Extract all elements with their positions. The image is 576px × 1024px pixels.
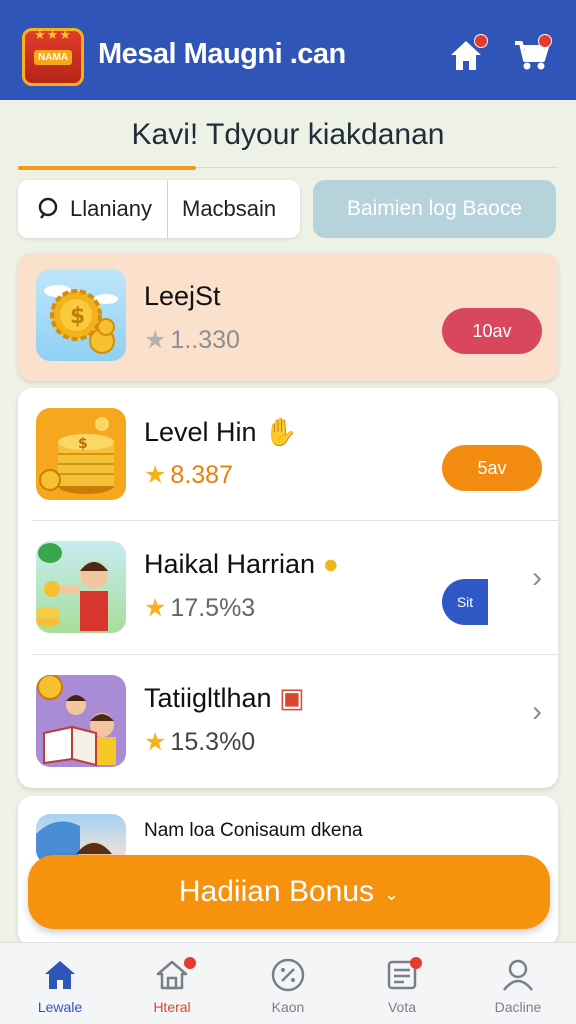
- heading-divider: [196, 167, 558, 168]
- nav-item-shop[interactable]: Hteral: [122, 955, 222, 1015]
- star-icon: ★: [144, 594, 167, 622]
- bonus-button[interactable]: Hadiian Bonus ⌄: [28, 855, 550, 929]
- item-rating-value: 8.387: [170, 460, 233, 489]
- person-coins-thumbnail: [36, 541, 126, 633]
- nav-label: Lewale: [37, 999, 83, 1015]
- item-action-button[interactable]: 5av: [442, 445, 542, 491]
- filter-segment-1[interactable]: Llaniany: [18, 180, 168, 238]
- list-item[interactable]: Tatiigltlhan ▣ ★ 15.3%0 ›: [18, 655, 558, 788]
- chevron-down-icon: ⌄: [384, 883, 400, 904]
- coin-gear-thumbnail: $: [36, 269, 126, 361]
- item-rating-value: 15.3%0: [170, 727, 256, 756]
- logo-stars: ★★★: [34, 27, 72, 42]
- secondary-filter-button[interactable]: Baimien log Baoce: [313, 180, 556, 238]
- app-logo[interactable]: ★★★ NAMA: [22, 27, 84, 86]
- item-title-text: Tatiigltlhan: [144, 683, 272, 713]
- hand-icon: ✋: [264, 417, 298, 447]
- page-title: Kavi! Tdyour kiakdanan: [131, 118, 445, 151]
- cart-button[interactable]: [512, 34, 552, 74]
- item-rating: ★ 15.3%0: [144, 727, 255, 757]
- filter-segment-2-label: Macbsain: [182, 196, 277, 221]
- item-title-text: Level Hin: [144, 417, 257, 447]
- item-title: LeejSt: [144, 281, 221, 311]
- filter-segment-1-label: Llaniany: [70, 196, 152, 221]
- nav-item-home[interactable]: Lewale: [10, 955, 110, 1015]
- search-icon: [38, 197, 58, 219]
- highlighted-item-card[interactable]: $ LeejSt ★ 1..330 10av: [18, 253, 558, 381]
- filter-segment-2[interactable]: Macbsain: [168, 180, 276, 238]
- app-header: ★★★ NAMA Mesal Maugni .can: [0, 0, 576, 100]
- coin-stack-thumbnail: $: [36, 408, 126, 500]
- notification-badge: [184, 957, 196, 969]
- gift-icon: ▣: [279, 683, 305, 713]
- list-item[interactable]: $ Level Hin ✋ ★ 8.387 5av: [18, 388, 558, 521]
- item-rating-value: 1..330: [170, 325, 240, 354]
- item-rating: ★ 8.387: [144, 460, 233, 490]
- filter-segmented-control: Llaniany Macbsain: [18, 180, 300, 238]
- notification-badge: [474, 34, 488, 48]
- list-item[interactable]: Haikal Harrian ● ★ 17.5%3 Sit ›: [18, 521, 558, 654]
- logo-text: NAMA: [34, 49, 72, 65]
- nav-label: Dacline: [494, 999, 542, 1015]
- svg-text:$: $: [70, 304, 85, 329]
- nav-item-list[interactable]: Vota: [352, 955, 452, 1015]
- item-action-button[interactable]: Sit: [442, 579, 488, 625]
- coin-icon: ●: [322, 549, 339, 579]
- item-title: Haikal Harrian ●: [144, 549, 339, 580]
- star-icon: ★: [144, 326, 167, 354]
- item-title: Nam loa Conisaum dkena: [144, 820, 363, 841]
- item-title-text: Haikal Harrian: [144, 549, 316, 579]
- notification-badge: [410, 957, 422, 969]
- user-icon: [503, 959, 533, 991]
- star-icon: ★: [144, 728, 167, 756]
- bonus-button-label: Hadiian Bonus: [178, 875, 375, 908]
- home-icon: [45, 961, 75, 989]
- family-book-thumbnail: [36, 675, 126, 767]
- bottom-navigation: Lewale Hteral Kaon Vota Dacline: [0, 942, 576, 1024]
- item-title: Tatiigltlhan ▣: [144, 683, 305, 714]
- nav-label: Hteral: [153, 999, 191, 1015]
- chevron-right-icon[interactable]: ›: [532, 561, 542, 595]
- svg-text:$: $: [78, 436, 88, 452]
- nav-label: Kaon: [271, 999, 305, 1015]
- item-rating: ★ 1..330: [144, 325, 240, 355]
- nav-item-profile[interactable]: Dacline: [468, 955, 568, 1015]
- item-rating-value: 17.5%3: [170, 593, 256, 622]
- item-action-button[interactable]: 10av: [442, 308, 542, 354]
- cart-badge: [538, 34, 552, 48]
- timer-icon: [271, 958, 305, 992]
- nav-item-timer[interactable]: Kaon: [238, 955, 338, 1015]
- item-title: Level Hin ✋: [144, 416, 298, 448]
- star-icon: ★: [144, 461, 167, 489]
- item-rating: ★ 17.5%3: [144, 593, 255, 623]
- home-button[interactable]: [448, 34, 488, 74]
- items-list: $ Level Hin ✋ ★ 8.387 5av Haikal Harrian…: [18, 388, 558, 788]
- chevron-right-icon[interactable]: ›: [532, 695, 542, 729]
- app-title: Mesal Maugni .can: [98, 38, 346, 70]
- nav-label: Vota: [387, 999, 417, 1015]
- heading-underline: [18, 166, 196, 170]
